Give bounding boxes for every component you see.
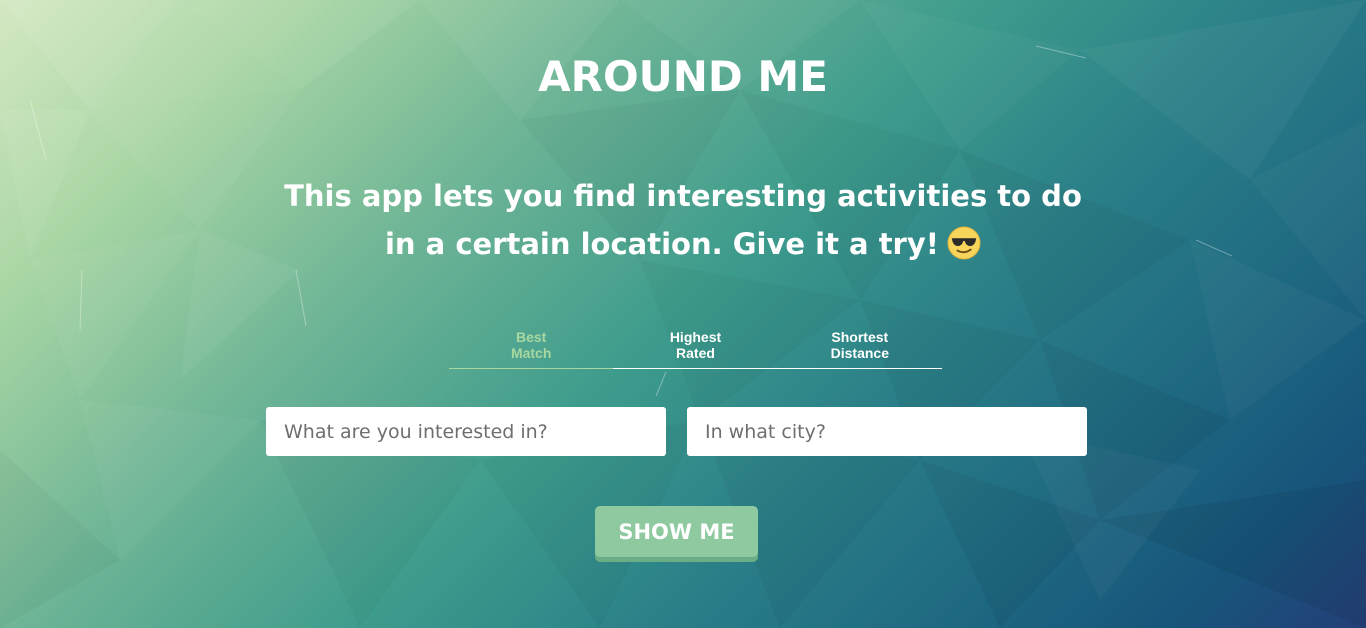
- sort-tab-label-line1: Best: [515, 329, 547, 345]
- sunglasses-face-icon: [947, 226, 981, 260]
- sort-tab-label-line1: Highest: [669, 329, 722, 345]
- sort-tabs: Best Match Highest Rated Shortest Distan…: [449, 326, 942, 369]
- show-me-button[interactable]: SHOW ME: [595, 506, 758, 557]
- search-location-input[interactable]: [687, 407, 1087, 456]
- app-tagline: This app lets you find interesting activ…: [283, 172, 1083, 268]
- sort-tab-label-line2: Match: [510, 345, 552, 361]
- search-term-input[interactable]: [266, 407, 666, 456]
- sort-tab-label-line2: Rated: [676, 345, 715, 361]
- sort-tab-shortest-distance[interactable]: Shortest Distance: [778, 326, 942, 368]
- sort-tab-best-match[interactable]: Best Match: [449, 326, 614, 369]
- sort-tab-highest-rated[interactable]: Highest Rated: [613, 326, 777, 368]
- sort-tab-label-line2: Distance: [830, 345, 889, 361]
- page-title: AROUND ME: [538, 52, 828, 101]
- sort-tab-label-line1: Shortest: [831, 329, 889, 345]
